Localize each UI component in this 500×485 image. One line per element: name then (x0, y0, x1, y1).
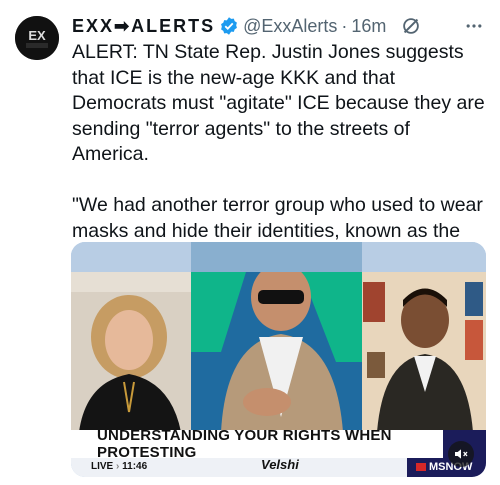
verified-badge-icon (221, 17, 238, 35)
video-player[interactable]: UNDERSTANDING YOUR RIGHTS WHEN PROTESTIN… (71, 242, 486, 477)
tweet-text: ALERT: TN State Rep. Justin Jones sugges… (72, 41, 485, 267)
display-name[interactable]: EXX➡ALERTS (72, 16, 215, 37)
live-label: LIVE (91, 461, 114, 472)
handle[interactable]: @ExxAlerts (243, 16, 337, 37)
clock: 11:46 (122, 461, 148, 472)
chyron-text: UNDERSTANDING YOUR RIGHTS WHEN PROTESTIN… (71, 427, 443, 461)
network-mark-icon (416, 463, 426, 472)
timestamp[interactable]: 16m (351, 16, 386, 37)
more-icon[interactable] (464, 16, 484, 36)
svg-text:EX: EX (28, 28, 46, 43)
avatar-logo-icon: EX (15, 16, 59, 60)
grok-icon[interactable] (400, 15, 422, 37)
tweet-header: EXX➡ALERTS @ExxAlerts · 16m (72, 12, 486, 40)
show-name: Velshi (261, 457, 299, 472)
mute-icon (455, 449, 468, 459)
separator: · (341, 15, 348, 36)
mute-button[interactable] (448, 441, 474, 467)
live-separator: › (116, 461, 120, 472)
live-indicator: LIVE › 11:46 (91, 461, 147, 472)
avatar[interactable]: EX (15, 16, 59, 60)
